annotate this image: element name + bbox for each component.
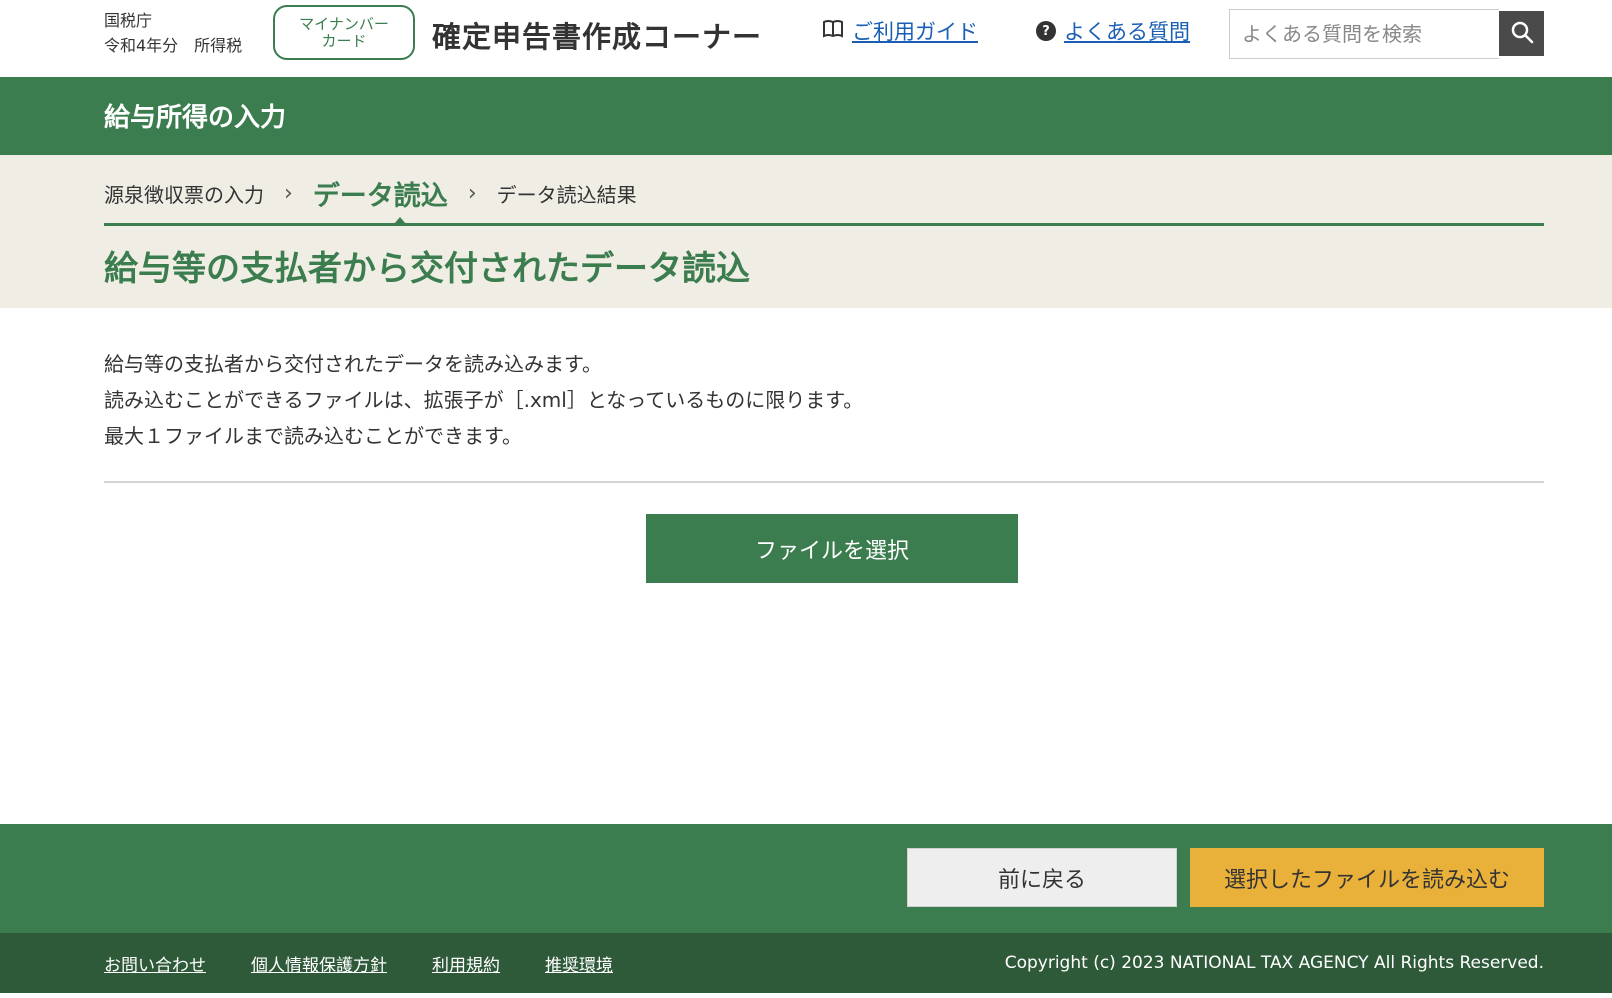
step-underline [104,223,1544,226]
back-button[interactable]: 前に戻る [907,848,1177,907]
description-line: 最大１ファイルまで読み込むことができます。 [104,424,522,448]
footer-link-privacy[interactable]: 個人情報保護方針 [251,951,387,976]
guide-link-label: ご利用ガイド [852,20,978,44]
section-title: 給与所得の入力 [104,103,287,133]
divider [104,481,1544,483]
book-icon [822,19,844,44]
faq-search-input[interactable] [1229,9,1499,59]
guide-link[interactable]: ご利用ガイド [822,16,978,46]
step-indicator: 源泉徴収票の入力 › データ読込 › データ読込結果 [104,173,637,213]
agency-info: 国税庁 令和4年分 所得税 [104,8,242,58]
description-line: 給与等の支払者から交付されたデータを読み込みます。 [104,352,602,376]
search-button[interactable] [1499,11,1544,56]
mynumber-card-button[interactable]: マイナンバー カード [273,5,415,60]
footer-link-environment[interactable]: 推奨環境 [545,951,613,976]
description-line: 読み込むことができるファイルは、拡張子が［.xml］となっているものに限ります。 [104,388,864,412]
step-data-import: データ読込 [312,180,448,212]
step-withholding-input: 源泉徴収票の入力 [104,182,264,207]
mynumber-line1: マイナンバー [299,14,389,33]
agency-name: 国税庁 [104,11,153,30]
section-bar: 給与所得の入力 [0,77,1612,155]
search-icon [1510,20,1534,47]
tax-year: 令和4年分 所得税 [104,36,243,55]
faq-link[interactable]: ? よくある質問 [1036,16,1190,46]
page-title: 給与等の支払者から交付されたデータ読込 [104,249,750,289]
load-file-button[interactable]: 選択したファイルを読み込む [1190,848,1544,907]
mynumber-line2: カード [321,31,367,50]
site-header: 国税庁 令和4年分 所得税 マイナンバー カード 確定申告書作成コーナー ご利用… [0,0,1612,77]
faq-link-label: よくある質問 [1064,20,1190,44]
copyright: Copyright (c) 2023 NATIONAL TAX AGENCY A… [1004,953,1544,973]
chevron-right-icon: › [467,180,477,206]
site-title: 確定申告書作成コーナー [432,20,763,54]
description: 給与等の支払者から交付されたデータを読み込みます。 読み込むことができるファイル… [104,346,863,454]
select-file-button[interactable]: ファイルを選択 [646,514,1018,583]
question-icon: ? [1036,21,1056,41]
step-area: 源泉徴収票の入力 › データ読込 › データ読込結果 給与等の支払者から交付され… [0,155,1612,308]
step-import-result: データ読込結果 [496,182,637,207]
action-bar: 前に戻る 選択したファイルを読み込む [0,824,1612,933]
footer-link-terms[interactable]: 利用規約 [432,951,500,976]
chevron-right-icon: › [284,180,293,206]
site-footer: お問い合わせ 個人情報保護方針 利用規約 推奨環境 Copyright (c) … [0,933,1612,993]
footer-link-contact[interactable]: お問い合わせ [104,951,206,976]
footer-links: お問い合わせ 個人情報保護方針 利用規約 推奨環境 [104,933,658,993]
